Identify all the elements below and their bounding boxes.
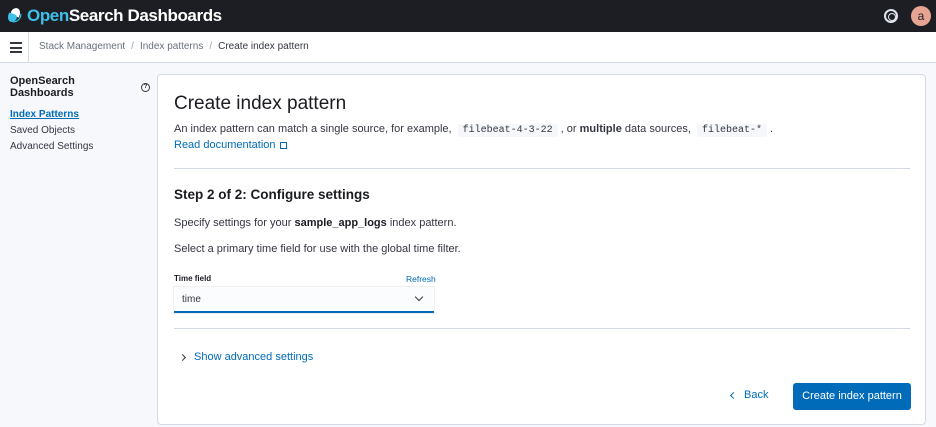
logo-text-rest: Search Dashboards: [68, 6, 222, 25]
chevron-down-icon: [414, 292, 424, 302]
step-title: Step 2 of 2: Configure settings: [174, 187, 370, 202]
description-text-1: An index pattern can match a single sour…: [174, 123, 452, 135]
description-text-4: .: [770, 123, 774, 135]
info-icon[interactable]: ?: [141, 82, 150, 92]
sidebar-item-saved-objects[interactable]: Saved Objects: [10, 125, 150, 136]
opensearch-logo[interactable]: OpenSearch Dashboards: [7, 6, 222, 26]
external-link-icon: [279, 142, 287, 149]
user-avatar[interactable]: a: [911, 6, 931, 26]
breadcrumb-current: Create index pattern: [218, 41, 309, 52]
settings-description: Specify settings for your sample_app_log…: [174, 217, 457, 229]
sidebar-item-index-patterns[interactable]: Index Patterns: [10, 109, 150, 120]
logo-text: OpenSearch Dashboards: [27, 6, 222, 26]
breadcrumb-bar: Stack Management / Index patterns / Create i…: [0, 32, 936, 63]
breadcrumb: Stack Management / Index patterns / Create i…: [39, 41, 309, 52]
description-text-2: , or: [560, 123, 577, 135]
index-pattern-name: sample_app_logs: [294, 217, 387, 229]
side-nav: OpenSearch Dashboards ? Index Patterns S…: [10, 75, 150, 152]
show-advanced-settings-toggle[interactable]: Show advanced settings: [178, 351, 314, 363]
help-icon[interactable]: [884, 9, 898, 23]
back-button-label: Back: [744, 389, 769, 401]
description-text-3: data sources,: [624, 123, 691, 135]
create-index-pattern-button[interactable]: Create index pattern: [793, 383, 911, 410]
page-description: An index pattern can match a single sour…: [174, 123, 774, 137]
divider: [174, 168, 910, 169]
back-button[interactable]: Back: [729, 389, 769, 401]
chevron-right-icon: [178, 353, 187, 361]
top-header: OpenSearch Dashboards a: [0, 0, 936, 32]
side-nav-title-text: OpenSearch Dashboards: [10, 75, 75, 99]
divider: [174, 328, 910, 329]
show-advanced-settings-label: Show advanced settings: [194, 351, 314, 363]
breadcrumb-separator: /: [131, 41, 134, 52]
breadcrumb-stack-management[interactable]: Stack Management: [39, 41, 125, 52]
menu-icon[interactable]: [10, 42, 22, 53]
breadcrumb-divider: [28, 32, 29, 63]
spec-prefix: Specify settings for your: [174, 217, 292, 229]
example-code-single: filebeat-4-3-22: [457, 124, 558, 137]
sidebar-item-advanced-settings[interactable]: Advanced Settings: [10, 141, 150, 152]
spec-suffix: index pattern.: [389, 217, 457, 229]
refresh-link[interactable]: Refresh: [406, 274, 436, 284]
read-documentation-label: Read documentation: [174, 139, 276, 151]
logo-text-open: Open: [27, 6, 69, 25]
time-field-hint: Select a primary time field for use with…: [174, 243, 461, 255]
time-field-label: Time field: [174, 274, 212, 283]
example-code-multiple: filebeat-*: [697, 124, 768, 137]
chevron-left-icon: [729, 391, 738, 399]
side-nav-title: OpenSearch Dashboards ?: [10, 75, 150, 99]
opensearch-logo-icon: [8, 8, 22, 23]
breadcrumb-separator: /: [209, 41, 213, 52]
read-documentation-link[interactable]: Read documentation: [174, 139, 287, 151]
page-title: Create index pattern: [174, 93, 347, 114]
time-field-value: time: [182, 294, 201, 305]
breadcrumb-index-patterns[interactable]: Index patterns: [140, 41, 203, 52]
description-bold: multiple: [579, 123, 622, 135]
create-index-pattern-panel: Create index pattern An index pattern ca…: [157, 74, 926, 425]
time-field-select[interactable]: time: [174, 287, 434, 313]
